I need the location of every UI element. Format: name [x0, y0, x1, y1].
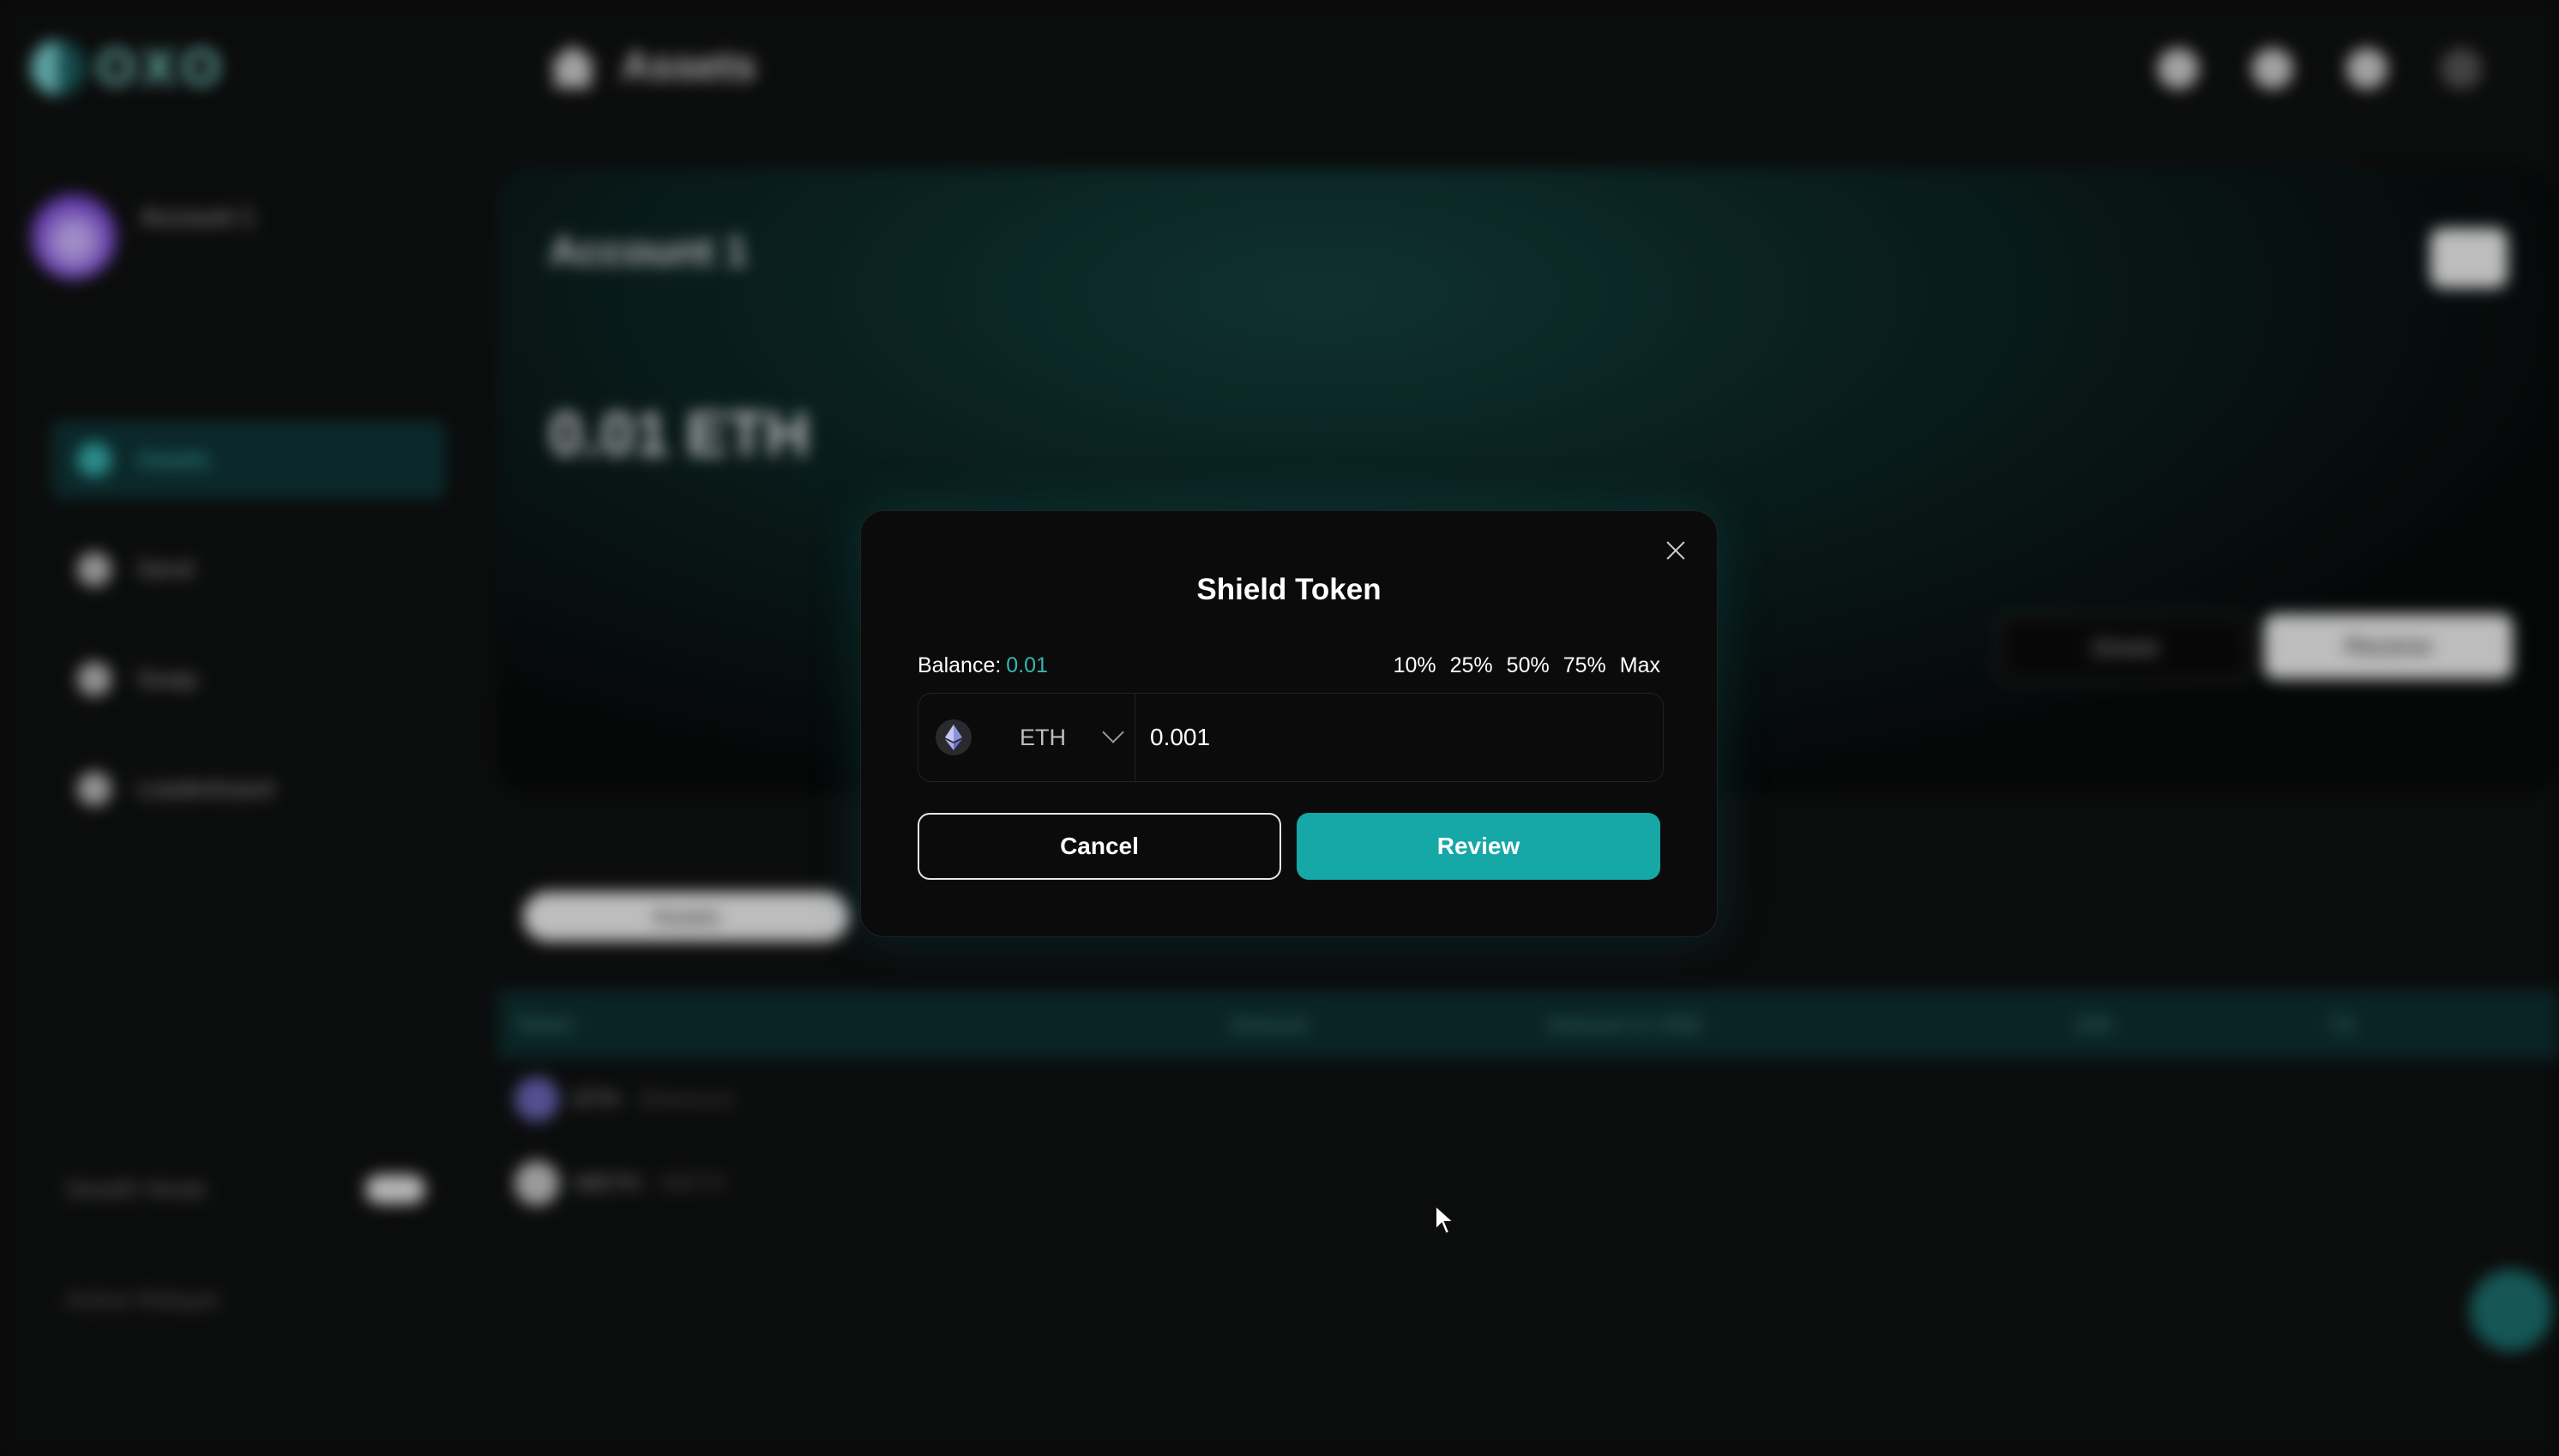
percent-options: 10% 25% 50% 75% Max	[1394, 653, 1660, 678]
balance-row: Balance: 0.01	[918, 653, 1048, 678]
max-button[interactable]: Max	[1620, 653, 1660, 678]
token-symbol: ETH	[1020, 725, 1066, 750]
percent-10-button[interactable]: 10%	[1394, 653, 1436, 678]
chevron-down-icon	[1102, 721, 1124, 743]
mouse-cursor-icon	[1435, 1204, 1456, 1236]
balance-value: 0.01	[1006, 653, 1048, 677]
ethereum-icon	[936, 719, 972, 755]
token-select[interactable]: ETH	[918, 694, 1135, 781]
modal-title: Shield Token	[1196, 573, 1382, 606]
amount-field-group: ETH	[918, 693, 1664, 782]
amount-input[interactable]	[1148, 714, 1632, 761]
balance-label: Balance:	[918, 653, 1002, 677]
shield-token-modal: Shield Token Balance: 0.01 10% 25% 50% 75…	[860, 510, 1718, 937]
close-icon[interactable]	[1662, 537, 1689, 564]
percent-75-button[interactable]: 75%	[1563, 653, 1606, 678]
cancel-button[interactable]: Cancel	[918, 813, 1281, 880]
review-button[interactable]: Review	[1297, 813, 1660, 880]
percent-50-button[interactable]: 50%	[1507, 653, 1550, 678]
percent-25-button[interactable]: 25%	[1450, 653, 1493, 678]
